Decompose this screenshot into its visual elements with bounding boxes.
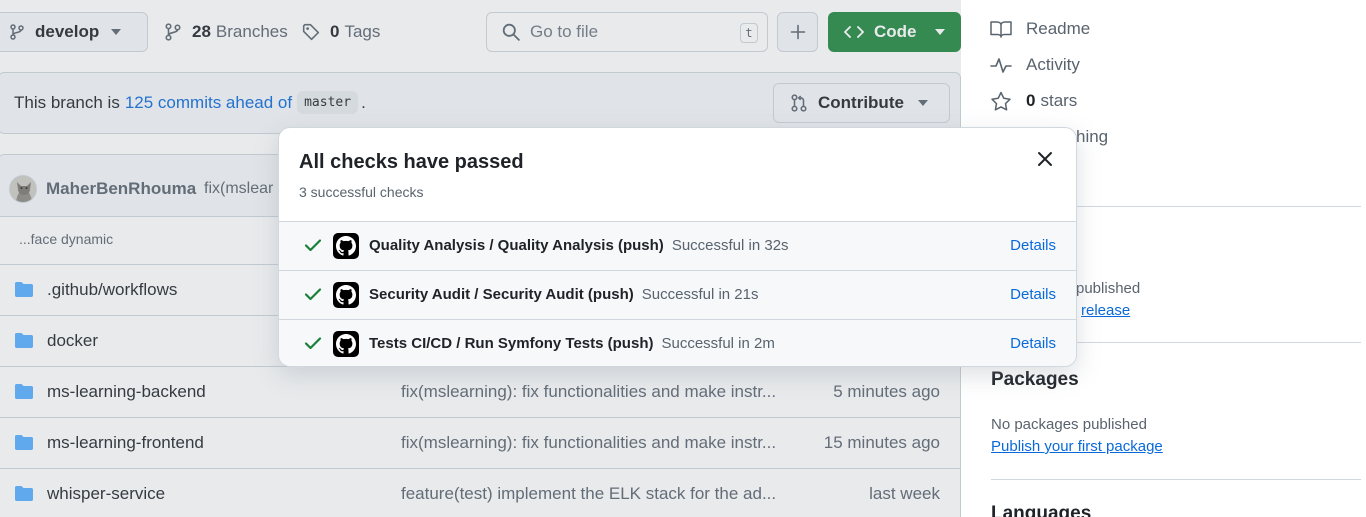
go-to-file-search[interactable]: t [486, 12, 768, 52]
check-icon [304, 336, 322, 350]
branch-status-prefix: This branch is [14, 92, 120, 112]
pulse-icon [990, 56, 1012, 74]
git-pull-request-icon [790, 94, 808, 112]
code-button-label: Code [874, 22, 917, 41]
check-name: Security Audit / Security Audit (push) [369, 286, 634, 303]
check-icon [304, 238, 322, 252]
branch-name: develop [35, 22, 100, 41]
file-row[interactable]: ms-learning-backend fix(mslearning): fix… [0, 367, 960, 418]
tags-count: 0 [330, 22, 340, 41]
base-branch-pill: master [297, 91, 359, 114]
popover-subtitle: 3 successful checks [299, 184, 424, 200]
contribute-label: Contribute [818, 93, 904, 112]
github-icon [333, 331, 359, 357]
file-commit-time: 5 minutes ago [833, 382, 940, 401]
check-icon [304, 287, 322, 301]
sidebar-item-activity[interactable]: Activity [990, 53, 1080, 77]
branches-link[interactable]: 28 Branches [164, 12, 288, 52]
watching-label: hing [1076, 127, 1109, 146]
file-name[interactable]: .github/workflows [47, 280, 177, 300]
branches-count: 28 [192, 22, 211, 41]
packages-heading[interactable]: Packages [991, 369, 1079, 391]
file-name[interactable]: whisper-service [47, 484, 165, 504]
check-status: Successful in 32s [671, 237, 789, 254]
file-commit-time: 15 minutes ago [823, 433, 940, 452]
go-to-file-input[interactable] [530, 22, 720, 42]
check-row[interactable]: Security Audit / Security Audit (push) Su… [279, 270, 1076, 319]
folder-icon [14, 434, 34, 451]
check-name: Quality Analysis / Quality Analysis (pus… [369, 237, 664, 254]
commit-author[interactable]: MaherBenRhouma [46, 179, 196, 199]
book-icon [990, 20, 1012, 38]
git-branch-icon [9, 24, 25, 40]
branch-status-suffix: . [361, 92, 366, 112]
stars-label: stars [1040, 91, 1078, 110]
commit-subtext: ...face dynamic [19, 231, 114, 247]
close-icon[interactable] [1036, 150, 1054, 168]
chevron-down-icon [917, 100, 928, 106]
check-name: Tests CI/CD / Run Symfony Tests (push) [369, 335, 654, 352]
file-name[interactable]: docker [47, 331, 98, 351]
commits-ahead-link[interactable]: 125 commits ahead of [125, 93, 292, 113]
check-row[interactable]: Quality Analysis / Quality Analysis (pus… [279, 221, 1076, 270]
tags-link[interactable]: 0 Tags [302, 12, 380, 52]
add-file-button[interactable] [777, 12, 818, 52]
file-commit-message[interactable]: feature(test) implement the ELK stack fo… [401, 484, 791, 504]
branch-selector[interactable]: develop [0, 12, 148, 52]
code-button[interactable]: Code [828, 12, 961, 52]
file-row[interactable]: whisper-service feature(test) implement … [0, 469, 960, 517]
releases-none-text: published [1076, 280, 1141, 297]
file-commit-message[interactable]: fix(mslearning): fix functionalities and… [401, 433, 791, 453]
commit-message[interactable]: fix(mslear [204, 180, 273, 198]
git-branch-icon [164, 23, 182, 41]
check-status: Successful in 21s [641, 286, 759, 303]
folder-icon [14, 383, 34, 400]
check-details-link[interactable]: Details [1010, 286, 1056, 303]
check-status: Successful in 2m [661, 335, 775, 352]
plus-icon [790, 24, 806, 40]
tags-label: Tags [344, 22, 381, 41]
packages-none-text: No packages published [991, 416, 1147, 433]
create-release-link[interactable]: release [1081, 302, 1130, 319]
tag-icon [302, 23, 320, 41]
github-icon [333, 233, 359, 259]
chevron-down-icon [111, 29, 122, 35]
check-details-link[interactable]: Details [1010, 335, 1056, 352]
branch-status-text: This branch is 125 commits ahead of mast… [14, 91, 366, 114]
chevron-down-icon [934, 29, 945, 35]
sidebar-divider [991, 479, 1361, 480]
sidebar-item-readme[interactable]: Readme [990, 17, 1090, 41]
folder-icon [14, 332, 34, 349]
search-icon [502, 23, 520, 41]
publish-package-link[interactable]: Publish your first package [991, 438, 1163, 455]
contribute-button[interactable]: Contribute [773, 83, 950, 123]
folder-icon [14, 281, 34, 298]
file-commit-message[interactable]: fix(mslearning): fix functionalities and… [401, 382, 791, 402]
folder-icon [14, 485, 34, 502]
code-icon [844, 24, 864, 40]
activity-label: Activity [1026, 55, 1080, 74]
check-details-link[interactable]: Details [1010, 237, 1056, 254]
branches-label: Branches [215, 22, 288, 41]
checks-popover: All checks have passed 3 successful chec… [278, 127, 1077, 367]
readme-label: Readme [1026, 19, 1091, 38]
keyboard-shortcut-hint: t [740, 23, 758, 43]
file-row[interactable]: ms-learning-frontend fix(mslearning): fi… [0, 418, 960, 469]
star-icon [990, 91, 1012, 111]
check-row[interactable]: Tests CI/CD / Run Symfony Tests (push) Su… [279, 319, 1076, 366]
file-name[interactable]: ms-learning-backend [47, 382, 206, 402]
sidebar-item-watching[interactable]: hing [1076, 125, 1108, 149]
file-name[interactable]: ms-learning-frontend [47, 433, 204, 453]
file-commit-time: last week [869, 484, 940, 503]
avatar[interactable] [9, 175, 37, 203]
github-icon [333, 282, 359, 308]
sidebar-item-stars[interactable]: 0 stars [990, 89, 1077, 113]
languages-heading: Languages [991, 503, 1092, 517]
stars-count: 0 [1026, 91, 1036, 110]
popover-title: All checks have passed [299, 151, 524, 173]
